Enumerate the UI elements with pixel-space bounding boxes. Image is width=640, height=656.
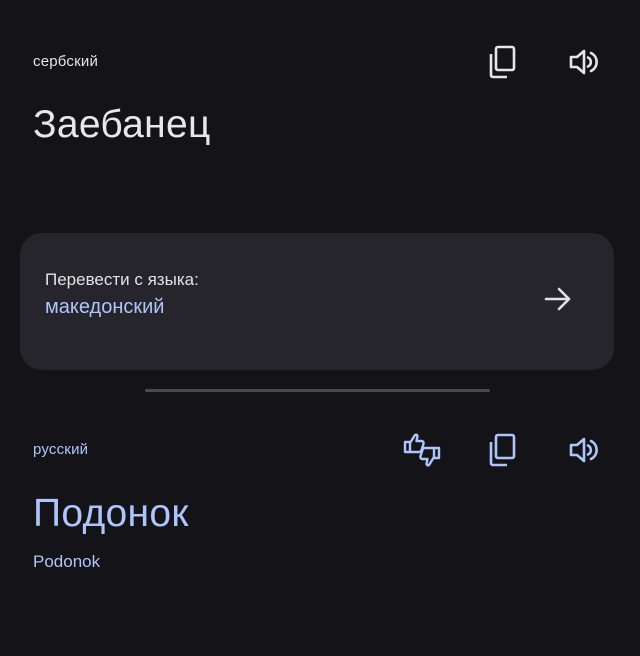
rate-translation-button[interactable]: [400, 428, 444, 472]
translated-text[interactable]: Подонок: [33, 492, 189, 536]
speaker-icon: [569, 49, 598, 75]
source-text[interactable]: Заебанец: [33, 103, 211, 147]
thumbs-feedback-icon: [403, 433, 441, 467]
speaker-icon: [569, 437, 598, 463]
source-language-label: сербский: [33, 53, 99, 70]
source-speaker-button[interactable]: [562, 40, 606, 84]
copy-icon: [489, 45, 516, 79]
panel-resize-handle[interactable]: [145, 389, 490, 392]
arrow-right-icon: [544, 287, 571, 311]
translate-from-arrow-button[interactable]: [538, 279, 578, 319]
source-copy-button[interactable]: [480, 40, 524, 84]
translate-from-card[interactable]: Перевести с языка: македонский: [20, 233, 614, 370]
translate-from-label: Перевести с языка:: [45, 270, 199, 289]
transliteration-text: Podonok: [33, 552, 101, 571]
copy-icon: [489, 433, 516, 467]
detected-language-value: македонский: [45, 296, 165, 318]
target-language-label: русский: [33, 441, 89, 458]
target-speaker-button[interactable]: [562, 428, 606, 472]
translation-screen: сербский Заебанец Перевести с языка: мак…: [0, 0, 640, 656]
target-copy-button[interactable]: [480, 428, 524, 472]
